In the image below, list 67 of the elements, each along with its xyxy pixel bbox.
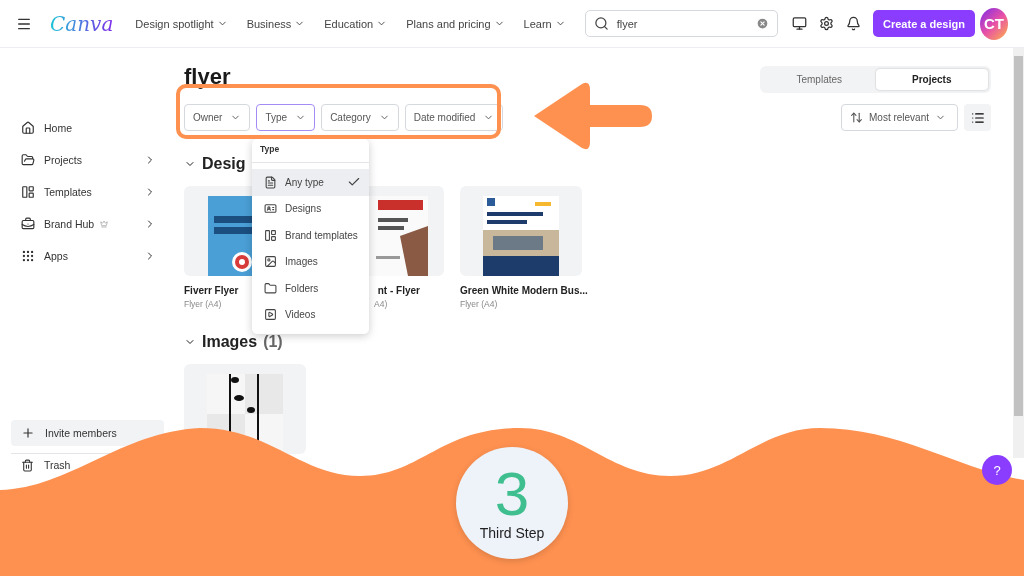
- invite-members-button[interactable]: Invite members: [11, 420, 164, 446]
- list-icon: [970, 110, 985, 125]
- menu-option[interactable]: Any type: [252, 169, 369, 196]
- sidebar-item[interactable]: Brand Hub: [11, 208, 164, 240]
- view-tab[interactable]: Templates: [763, 69, 876, 90]
- design-name: nt - Flyer: [377, 285, 421, 296]
- menu-option[interactable]: Images: [252, 248, 369, 275]
- design-name: Green White Modern Bus...: [460, 285, 588, 296]
- filter-dropdown[interactable]: Category: [321, 104, 399, 131]
- home-icon: [21, 121, 35, 135]
- plus-icon: [21, 426, 35, 440]
- design-name: Fiverr Flyer: [184, 285, 239, 296]
- settings-icon[interactable]: [819, 16, 835, 31]
- design-type: A4): [373, 299, 389, 309]
- section-title: Desig: [202, 155, 246, 173]
- section-heading[interactable]: Images (1): [184, 331, 991, 353]
- sidebar-item[interactable]: Trash: [11, 456, 77, 474]
- menu-option[interactable]: Videos: [252, 301, 369, 328]
- sort-dropdown[interactable]: Most relevant: [841, 104, 958, 131]
- folder-icon: [21, 153, 35, 167]
- document-icon: [264, 175, 277, 189]
- nav-menu[interactable]: Education: [324, 17, 388, 30]
- scrollbar[interactable]: [1013, 48, 1024, 458]
- bell-icon[interactable]: [846, 16, 862, 31]
- monitor-icon[interactable]: [792, 16, 808, 31]
- step-label: Third Step: [479, 525, 545, 542]
- nav-menu[interactable]: Plans and pricing: [406, 17, 505, 30]
- design-type: Flyer (A4): [460, 299, 499, 309]
- design-type: Flyer (A4): [184, 299, 223, 309]
- layout-icon: [21, 185, 35, 199]
- list-view-button[interactable]: [964, 104, 991, 131]
- design-thumbnail[interactable]: [460, 186, 582, 276]
- page-title: flyer: [184, 64, 231, 90]
- grid-icon: [21, 249, 35, 263]
- layout-icon: [264, 228, 277, 242]
- view-tab[interactable]: Projects: [875, 69, 988, 90]
- filter-dropdown[interactable]: Date modified: [404, 104, 504, 131]
- card-icon: [264, 202, 277, 216]
- section-count: (1): [263, 333, 283, 351]
- help-button[interactable]: ?: [982, 455, 1012, 485]
- video-icon: [264, 308, 277, 322]
- sidebar-item[interactable]: Projects: [11, 144, 164, 176]
- search-field[interactable]: flyer: [584, 10, 779, 37]
- image-icon: [264, 255, 277, 269]
- section-title: Images: [202, 333, 258, 351]
- step-number: 3: [494, 464, 530, 524]
- avatar[interactable]: CT: [979, 7, 1008, 40]
- briefcase-icon: [21, 217, 35, 231]
- menu-title: Type: [252, 139, 369, 163]
- sidebar-item[interactable]: Home: [11, 112, 164, 144]
- folder-icon: [264, 281, 277, 295]
- trash-icon: [21, 458, 34, 472]
- nav-menu[interactable]: Business: [246, 17, 306, 30]
- sidebar-item[interactable]: Templates: [11, 176, 164, 208]
- sort-icon: [850, 111, 863, 124]
- nav-menu[interactable]: Learn: [523, 17, 566, 30]
- menu-option[interactable]: Brand templates: [252, 222, 369, 249]
- sidebar-item[interactable]: Apps: [11, 240, 164, 272]
- filter-dropdown[interactable]: Type: [256, 104, 316, 131]
- menu-option[interactable]: Folders: [252, 275, 369, 302]
- crown-icon: [100, 220, 109, 228]
- clear-icon[interactable]: [756, 17, 770, 30]
- create-design-button[interactable]: Create a design: [873, 10, 975, 37]
- filter-dropdown[interactable]: Owner: [184, 104, 251, 131]
- menu-option[interactable]: Designs: [252, 195, 369, 222]
- search-icon: [593, 16, 609, 31]
- nav-menu[interactable]: Design spotlight: [135, 17, 228, 30]
